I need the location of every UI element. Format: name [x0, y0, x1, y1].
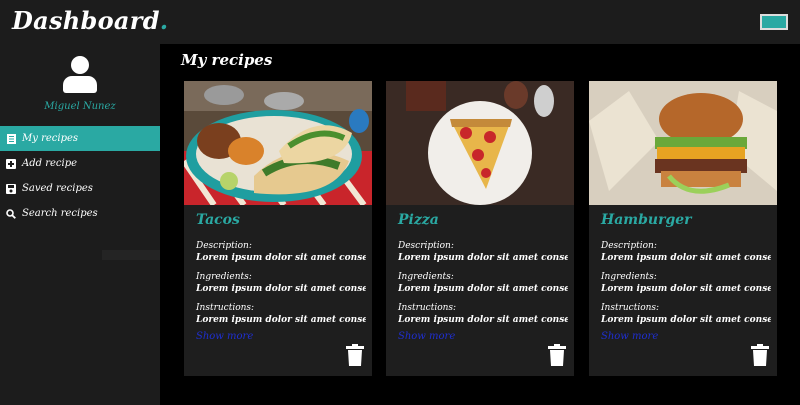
recipe-details: Description: Lorem ipsum dolor sit amet … — [398, 240, 568, 333]
sidebar-item-label: Saved recipes — [22, 183, 93, 194]
instructions-text: Lorem ipsum dolor sit amet consec... — [398, 315, 568, 325]
sidebar-item-search-recipes[interactable]: Search recipes — [0, 201, 160, 226]
username: Miguel Nunez — [44, 101, 116, 112]
sidebar-item-add-recipe[interactable]: Add recipe — [0, 151, 160, 176]
instructions-text: Lorem ipsum dolor sit amet consec... — [196, 315, 366, 325]
tacos-image — [184, 81, 372, 205]
sidebar-item-label: Search recipes — [22, 208, 98, 219]
recipe-details: Description: Lorem ipsum dolor sit amet … — [601, 240, 771, 333]
sidebar: Miguel Nunez My recipes Add recipe Saved… — [0, 44, 160, 405]
ingredients-label: Ingredients: — [398, 272, 454, 282]
brand-title: Dashboard. — [12, 6, 168, 35]
trash-icon[interactable] — [548, 344, 566, 366]
ingredients-label: Ingredients: — [601, 272, 657, 282]
brand-text: Dashboard — [12, 6, 160, 35]
description-text: Lorem ipsum dolor sit amet consec... — [601, 253, 771, 263]
menu-icon[interactable] — [760, 14, 788, 30]
trash-icon[interactable] — [346, 344, 364, 366]
recipe-card-pizza: Pizza Description: Lorem ipsum dolor sit… — [386, 81, 574, 376]
sidebar-nav: My recipes Add recipe Saved recipes Sear… — [0, 126, 160, 226]
search-icon — [6, 208, 16, 219]
description-label: Description: — [196, 241, 252, 251]
recipe-card-hamburger: Hamburger Description: Lorem ipsum dolor… — [589, 81, 777, 376]
instructions-label: Instructions: — [196, 303, 255, 313]
user-icon — [63, 56, 97, 94]
ingredients-text: Lorem ipsum dolor sit amet consec... — [398, 284, 568, 294]
description-text: Lorem ipsum dolor sit amet consec... — [398, 253, 568, 263]
sidebar-item-label: Add recipe — [22, 158, 78, 169]
show-more-link[interactable]: Show more — [601, 331, 658, 342]
recipe-title: Pizza — [398, 212, 439, 228]
description-label: Description: — [601, 241, 657, 251]
main-content: My recipes Tacos Description: Lorem ipsu… — [160, 44, 800, 405]
sidebar-item-label: My recipes — [22, 133, 79, 144]
show-more-link[interactable]: Show more — [196, 331, 253, 342]
ingredients-text: Lorem ipsum dolor sit amet consec... — [196, 284, 366, 294]
brand-dot: . — [159, 6, 169, 35]
description-label: Description: — [398, 241, 454, 251]
plus-square-icon — [6, 158, 16, 169]
description-text: Lorem ipsum dolor sit amet consec... — [196, 253, 366, 263]
instructions-text: Lorem ipsum dolor sit amet consec... — [601, 315, 771, 325]
trash-icon[interactable] — [751, 344, 769, 366]
show-more-link[interactable]: Show more — [398, 331, 455, 342]
list-icon — [6, 133, 16, 144]
recipe-title: Tacos — [196, 212, 240, 228]
ingredients-label: Ingredients: — [196, 272, 252, 282]
sidebar-item-my-recipes[interactable]: My recipes — [0, 126, 160, 151]
pizza-image — [386, 81, 574, 205]
recipe-details: Description: Lorem ipsum dolor sit amet … — [196, 240, 366, 333]
instructions-label: Instructions: — [398, 303, 457, 313]
page-title: My recipes — [181, 51, 273, 69]
sidebar-item-saved-recipes[interactable]: Saved recipes — [0, 176, 160, 201]
recipe-card-tacos: Tacos Description: Lorem ipsum dolor sit… — [184, 81, 372, 376]
top-bar: Dashboard. — [0, 0, 800, 44]
recipe-title: Hamburger — [601, 212, 692, 228]
ingredients-text: Lorem ipsum dolor sit amet consec... — [601, 284, 771, 294]
instructions-label: Instructions: — [601, 303, 660, 313]
save-icon — [6, 183, 16, 194]
hamburger-image — [589, 81, 777, 205]
